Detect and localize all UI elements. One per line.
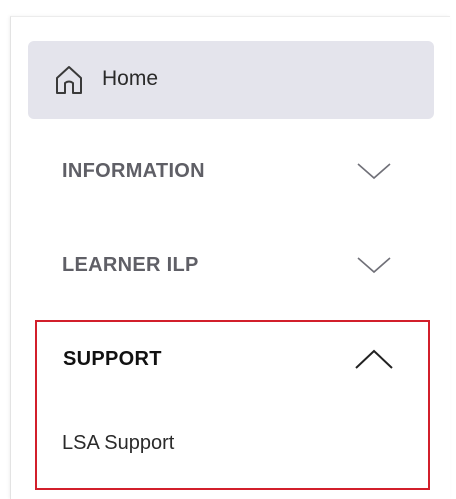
app-frame: Home INFORMATION LEARNER ILP SUPPORT LSA… xyxy=(0,0,456,499)
section-label: SUPPORT xyxy=(63,348,162,370)
home-icon xyxy=(56,66,82,94)
sidebar-item-home[interactable]: Home xyxy=(28,41,434,119)
chevron-down-icon xyxy=(357,257,391,274)
sidebar-subitem-lsa-support[interactable]: LSA Support xyxy=(62,430,174,456)
chevron-down-icon xyxy=(357,163,391,180)
sidebar-section-information[interactable]: INFORMATION xyxy=(28,142,434,202)
sidebar-section-support[interactable]: SUPPORT xyxy=(36,330,428,390)
sidebar-section-learner-ilp[interactable]: LEARNER ILP xyxy=(28,236,434,296)
sidebar-item-label: Home xyxy=(102,67,159,90)
chevron-up-icon xyxy=(355,349,393,369)
section-label: LEARNER ILP xyxy=(62,254,199,276)
section-label: INFORMATION xyxy=(62,160,205,182)
